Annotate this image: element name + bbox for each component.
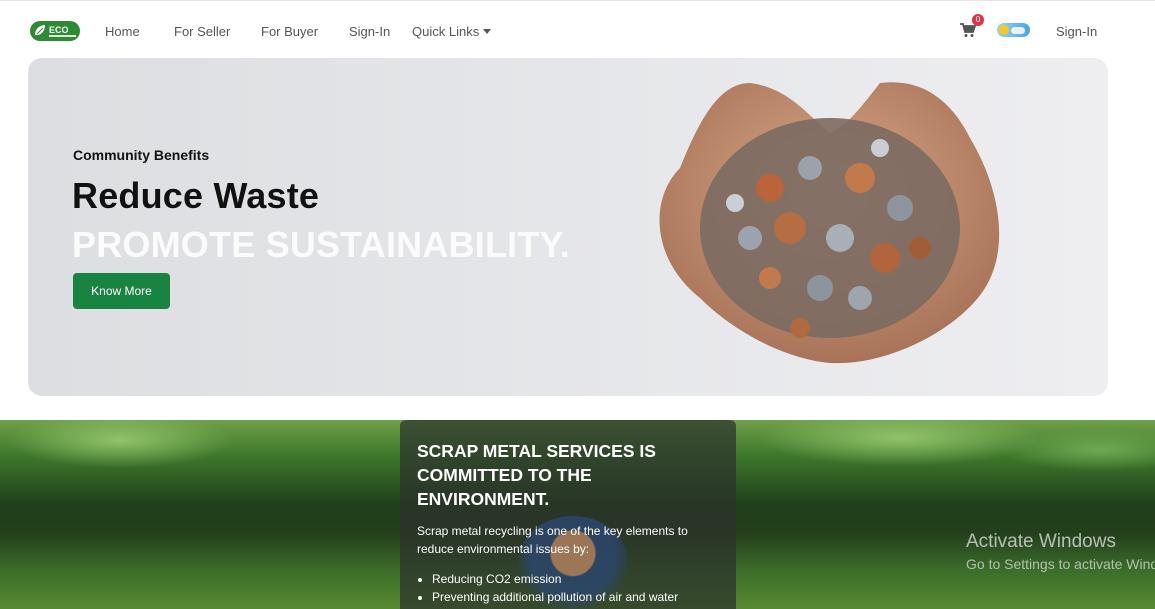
nav-for-buyer[interactable]: For Buyer [261, 24, 318, 39]
know-more-button[interactable]: Know More [73, 273, 170, 309]
hero-banner: Community Benefits Reduce Waste PROMOTE … [28, 58, 1108, 396]
services-description: Scrap metal recycling is one of the key … [417, 524, 688, 556]
nav-for-seller[interactable]: For Seller [174, 24, 230, 39]
services-panel: SCRAP METAL SERVICES IS COMMITTED TO THE… [400, 420, 736, 609]
cloud-icon [1011, 27, 1025, 34]
hero-title-highlight: PROMOTE SUSTAINABILITY. [72, 224, 570, 265]
navbar: ECO Home For Seller For Buyer Sign-In Qu… [0, 0, 1155, 58]
sun-icon [999, 25, 1009, 35]
logo-text: ECO [49, 25, 69, 35]
nav-sign-in[interactable]: Sign-In [349, 24, 390, 39]
list-item: Reducing CO2 emission [432, 570, 732, 588]
nav-sign-in-right[interactable]: Sign-In [1056, 24, 1097, 39]
list-item: Preventing additional pollution of air a… [432, 588, 732, 606]
services-title: SCRAP METAL SERVICES IS COMMITTED TO THE… [417, 441, 656, 509]
hero-title: Reduce Waste [72, 175, 320, 216]
hero-subtitle: Community Benefits [73, 147, 210, 163]
chevron-down-icon [483, 29, 492, 34]
quick-links-label: Quick Links [412, 24, 480, 39]
nav-home[interactable]: Home [105, 24, 140, 39]
activate-windows-subtitle: Go to Settings to activate Windows. [966, 556, 1155, 572]
hands-scrap-metal-image [659, 82, 1000, 364]
theme-toggle[interactable] [997, 23, 1030, 37]
cart-count-badge: 0 [972, 14, 984, 26]
services-list: Reducing CO2 emission Preventing additio… [432, 570, 732, 606]
brand-logo[interactable]: ECO [29, 20, 81, 42]
nav-quick-links[interactable]: Quick Links [412, 24, 492, 39]
activate-windows-title: Activate Windows [966, 531, 1116, 552]
